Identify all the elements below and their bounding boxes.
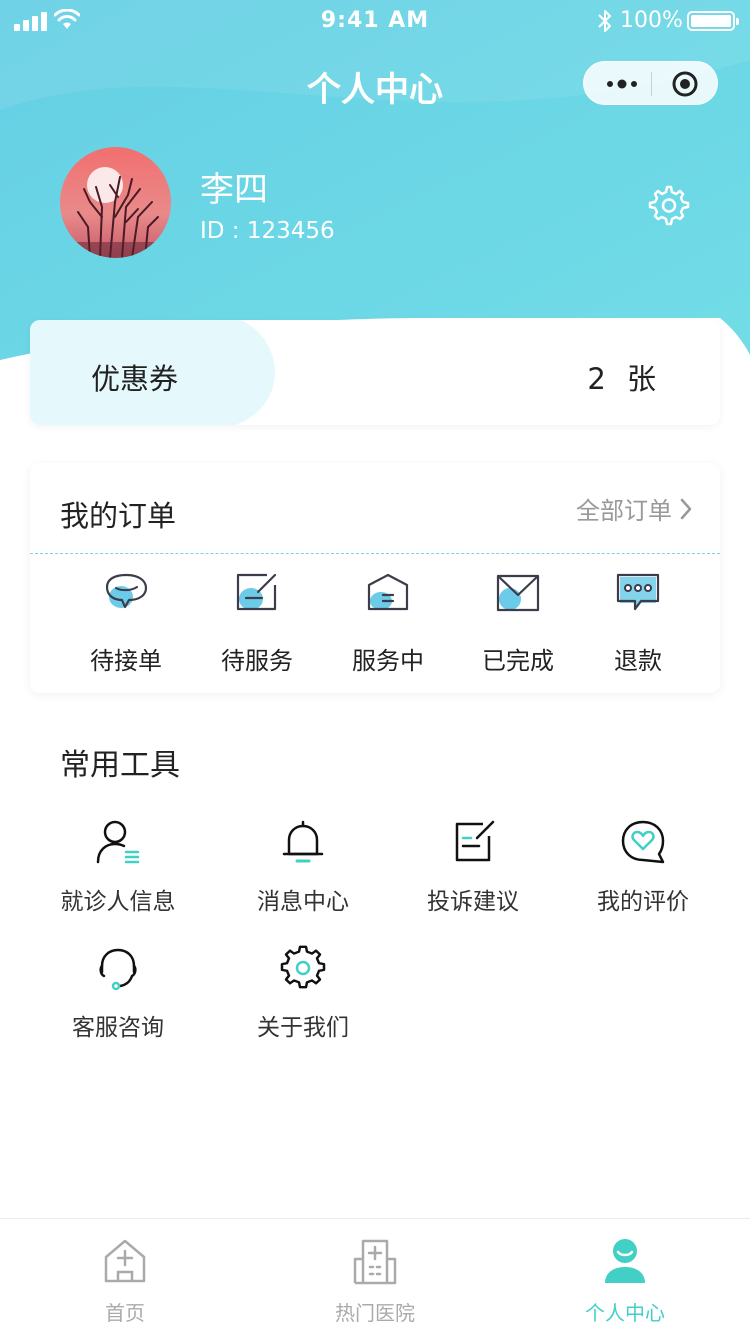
tool-label: 我的评价	[597, 889, 689, 915]
coupon-card[interactable]: 优惠券 2 张	[30, 320, 720, 425]
orders-divider	[30, 553, 720, 554]
close-miniprogram-icon[interactable]	[672, 71, 698, 97]
home-icon	[104, 1239, 146, 1283]
pending-service-icon	[236, 573, 277, 611]
tab-label: 个人中心	[585, 1301, 665, 1325]
capsule-divider	[651, 72, 652, 96]
tab-label: 首页	[105, 1301, 145, 1325]
order-label: 待服务	[221, 647, 293, 675]
tool-my-reviews[interactable]: 我的评价	[568, 818, 718, 916]
chat-bubble-icon	[105, 573, 148, 609]
patient-info-icon	[96, 820, 140, 864]
settings-gear-icon[interactable]	[646, 183, 692, 229]
bluetooth-icon	[598, 10, 611, 32]
battery-percentage: 100%	[620, 8, 683, 33]
tab-profile[interactable]: 个人中心	[500, 1219, 750, 1334]
tool-complaint[interactable]: 投诉建议	[398, 818, 548, 916]
order-label: 服务中	[352, 647, 424, 675]
tab-label: 热门医院	[335, 1301, 415, 1325]
view-all-orders-link[interactable]: 全部订单	[576, 491, 692, 526]
order-refund[interactable]: 退款	[578, 571, 698, 676]
user-name: 李四	[200, 170, 268, 210]
headset-icon	[99, 948, 137, 991]
tools-title: 常用工具	[60, 748, 180, 783]
tool-patient-info[interactable]: 就诊人信息	[43, 818, 193, 916]
user-id: ID : 123456	[200, 218, 335, 244]
hospital-icon	[353, 1239, 397, 1285]
tool-label: 关于我们	[257, 1015, 349, 1041]
review-heart-icon	[621, 820, 665, 864]
status-bar: 9:41 AM 100%	[0, 0, 750, 40]
tab-hospitals[interactable]: 热门医院	[250, 1219, 500, 1334]
in-service-icon	[367, 573, 409, 611]
bell-icon	[282, 820, 324, 863]
orders-title: 我的订单	[60, 499, 177, 533]
avatar[interactable]	[60, 147, 171, 258]
miniprogram-capsule	[583, 61, 718, 105]
completed-envelope-icon	[496, 574, 540, 612]
tab-home[interactable]: 首页	[0, 1219, 250, 1334]
order-label: 退款	[614, 647, 662, 675]
tool-label: 投诉建议	[427, 889, 519, 915]
tool-label: 客服咨询	[72, 1015, 164, 1041]
order-label: 待接单	[90, 647, 162, 675]
user-id-value: 123456	[246, 218, 335, 244]
tool-label: 就诊人信息	[60, 889, 176, 915]
tool-customer-service[interactable]: 客服咨询	[43, 944, 193, 1042]
order-in-service[interactable]: 服务中	[328, 571, 448, 676]
orders-card: 我的订单 全部订单 待接单 待服务 服务中 已完成 退款	[30, 463, 720, 693]
refund-message-icon	[616, 573, 660, 611]
complaint-edit-icon	[455, 820, 495, 862]
profile-icon	[605, 1239, 645, 1283]
more-icon[interactable]	[602, 72, 642, 96]
order-label: 已完成	[482, 647, 554, 675]
coupon-count-unit: 张	[626, 362, 656, 396]
user-id-label: ID :	[200, 218, 247, 244]
coupon-label: 优惠券	[91, 362, 179, 396]
coupon-count-value: 2	[587, 362, 606, 396]
coupon-count: 2 张	[587, 356, 656, 398]
bottom-tab-bar: 首页 热门医院 个人中心	[0, 1218, 750, 1334]
order-completed[interactable]: 已完成	[458, 571, 578, 676]
tool-about-us[interactable]: 关于我们	[228, 944, 378, 1042]
battery-icon	[687, 11, 739, 31]
order-pending-service[interactable]: 待服务	[197, 571, 317, 676]
order-pending-accept[interactable]: 待接单	[66, 571, 186, 676]
tool-label: 消息中心	[257, 889, 349, 915]
view-all-orders-label: 全部订单	[576, 497, 672, 525]
chevron-right-icon	[680, 498, 692, 519]
gear-icon	[280, 945, 326, 989]
tool-message-center[interactable]: 消息中心	[228, 818, 378, 916]
